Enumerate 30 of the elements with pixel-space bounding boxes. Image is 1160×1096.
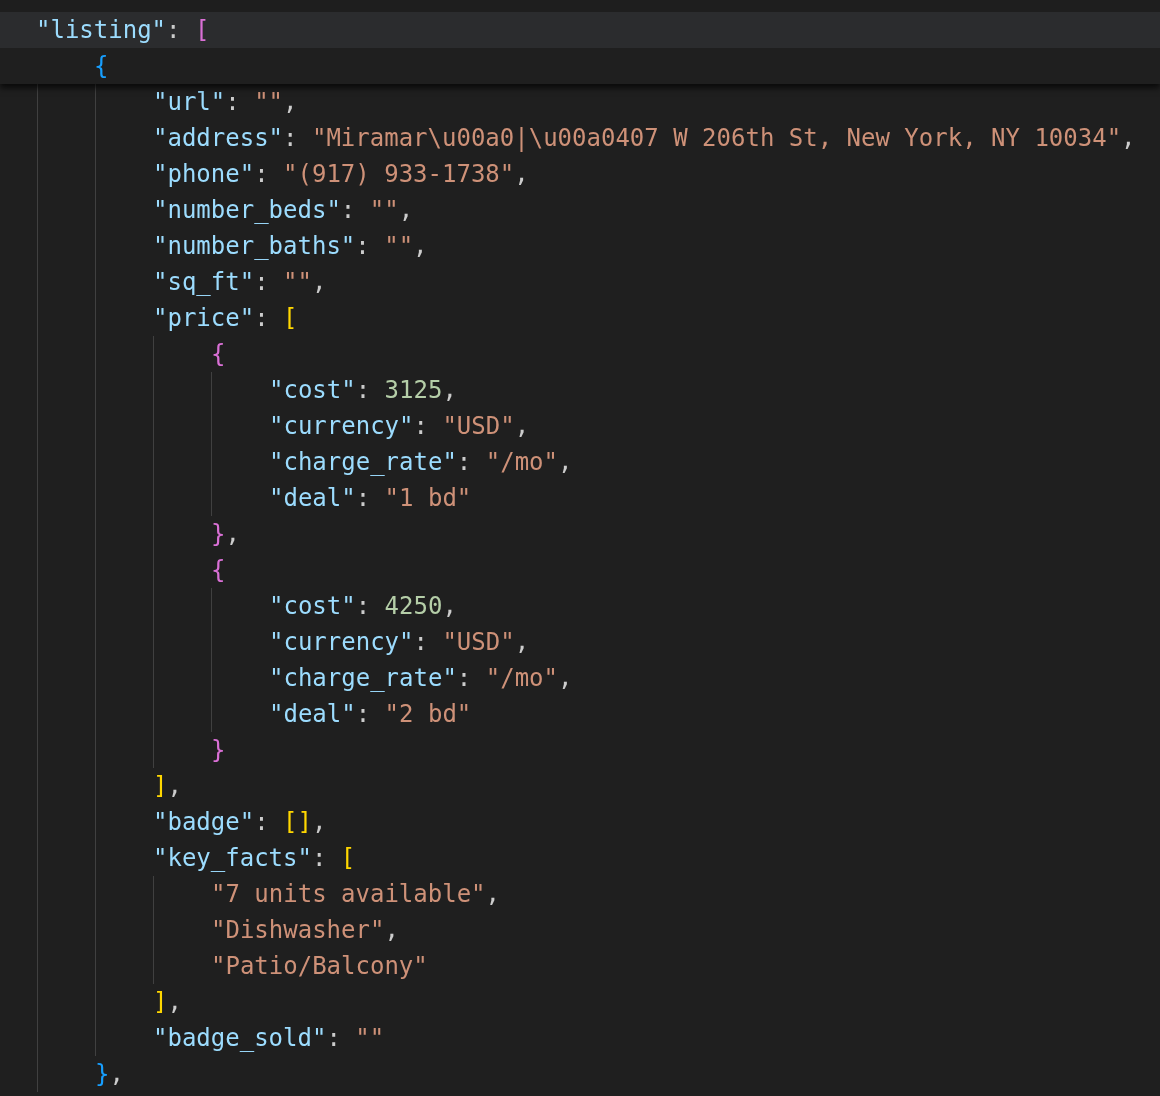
code-line: "charge_rate": "/mo", — [269, 447, 573, 478]
code-line: "Dishwasher", — [211, 915, 399, 946]
code-line: { — [211, 339, 226, 370]
code-line: } — [211, 735, 226, 766]
code-line: "price": [ — [153, 303, 298, 334]
code-line: "badge_sold": "" — [153, 1023, 385, 1054]
code-line: "7 units available", — [211, 879, 500, 910]
code-line: "cost": 3125, — [269, 375, 457, 406]
code-line: "charge_rate": "/mo", — [269, 663, 573, 694]
code-line: "phone": "(917) 933-1738", — [153, 159, 529, 190]
code-line: { — [94, 51, 109, 82]
code-line: "deal": "2 bd" — [269, 699, 472, 730]
code-line: ], — [153, 987, 182, 1018]
code-line: "url": "", — [153, 87, 298, 118]
code-line: }, — [95, 1059, 124, 1090]
code-line: "listing": [ — [36, 15, 210, 46]
code-line: "number_beds": "", — [153, 195, 414, 226]
code-line: "address": "Miramar\u00a0|\u00a0407 W 206th St, New York, NY 10034", — [153, 123, 1136, 154]
code-line: "number_baths": "", — [153, 231, 428, 262]
code-line: "currency": "USD", — [269, 411, 530, 442]
code-line: "key_facts": [ — [153, 843, 356, 874]
code-line: ], — [153, 771, 182, 802]
code-line: "currency": "USD", — [269, 627, 530, 658]
code-line: { — [211, 555, 226, 586]
code-line: "sq_ft": "", — [153, 267, 327, 298]
code-line: "cost": 4250, — [269, 591, 457, 622]
code-line: }, — [211, 519, 240, 550]
code-line: "deal": "1 bd" — [269, 483, 472, 514]
code-line: "badge": [], — [153, 807, 327, 838]
code-line: "Patio/Balcony" — [211, 951, 428, 982]
